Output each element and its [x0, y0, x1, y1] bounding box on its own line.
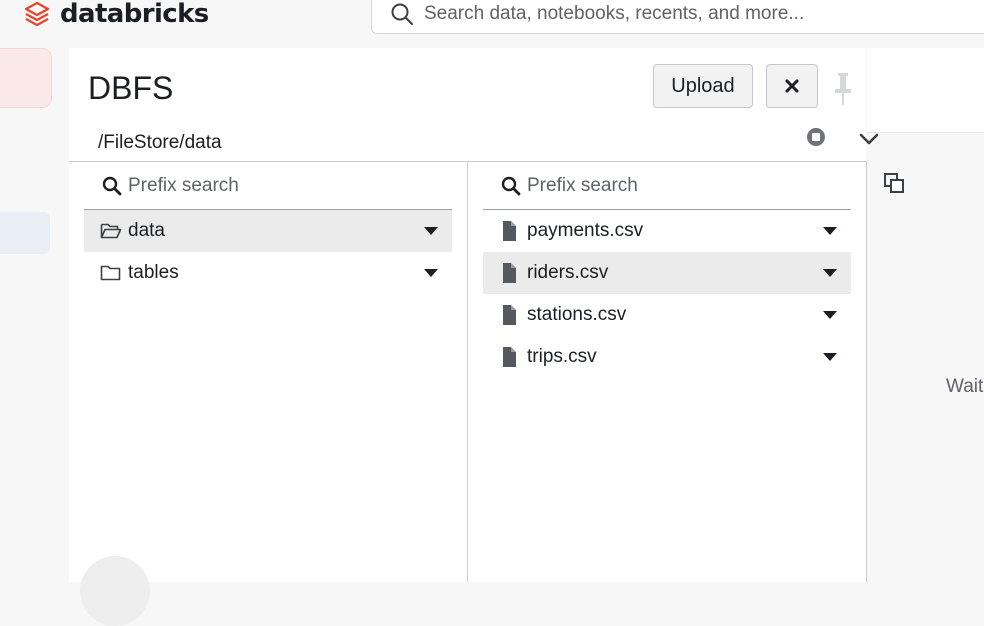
file-item-payments[interactable]: payments.csv — [483, 210, 851, 252]
search-placeholder: Search data, notebooks, recents, and mor… — [424, 3, 805, 24]
folder-item-tables[interactable]: tables — [84, 252, 452, 294]
brand-name: databricks — [60, 0, 209, 29]
caret-down-icon[interactable] — [823, 227, 837, 235]
caret-down-icon[interactable] — [424, 227, 438, 235]
sidebar-item-active[interactable] — [0, 212, 50, 254]
folder-label: data — [128, 220, 165, 241]
folder-label: tables — [128, 262, 179, 283]
divider-vertical — [467, 161, 468, 582]
caret-down-icon[interactable] — [823, 353, 837, 361]
file-label: trips.csv — [527, 346, 597, 367]
folder-icon — [100, 265, 121, 281]
search-icon — [102, 176, 122, 195]
file-icon — [503, 221, 516, 241]
file-icon — [503, 305, 516, 325]
file-prefix-search[interactable]: Prefix search — [483, 162, 851, 210]
chevron-down-icon[interactable] — [858, 131, 880, 147]
caret-down-icon[interactable] — [823, 311, 837, 319]
divider-vertical — [866, 161, 867, 582]
folder-open-icon — [100, 223, 122, 239]
search-icon — [391, 3, 413, 25]
caret-down-icon[interactable] — [823, 269, 837, 277]
file-label: payments.csv — [527, 220, 644, 241]
file-item-trips[interactable]: trips.csv — [483, 336, 851, 378]
current-path: /FileStore/data — [98, 132, 222, 153]
files-column: Prefix search payments.csv riders.csv st… — [483, 162, 851, 378]
databricks-logo[interactable]: databricks — [24, 0, 209, 29]
global-search-input[interactable]: Search data, notebooks, recents, and mor… — [371, 0, 984, 34]
caret-down-icon[interactable] — [424, 269, 438, 277]
file-label: stations.csv — [527, 304, 627, 325]
stop-icon[interactable] — [806, 127, 826, 147]
close-icon — [785, 79, 799, 93]
file-item-stations[interactable]: stations.csv — [483, 294, 851, 336]
upload-button[interactable]: Upload — [653, 64, 753, 108]
sidebar-item-new[interactable] — [0, 48, 52, 108]
file-icon — [503, 263, 516, 283]
folder-prefix-search[interactable]: Prefix search — [84, 162, 452, 210]
file-label: riders.csv — [527, 262, 609, 283]
file-icon — [503, 347, 516, 367]
close-button[interactable] — [766, 64, 818, 108]
top-bar: databricks Search data, notebooks, recen… — [0, 0, 984, 46]
databricks-logo-icon — [24, 1, 50, 27]
folders-column: Prefix search data tables — [84, 162, 452, 294]
preview-header — [867, 48, 984, 133]
file-item-riders[interactable]: riders.csv — [483, 252, 851, 294]
help-button[interactable] — [80, 556, 150, 626]
prefix-search-placeholder: Prefix search — [527, 174, 638, 196]
prefix-search-placeholder: Prefix search — [128, 174, 239, 196]
search-icon — [501, 176, 521, 195]
preview-status-text: Wait — [946, 376, 984, 397]
dialog-title: DBFS — [88, 70, 174, 106]
pin-icon[interactable] — [833, 72, 853, 106]
folder-item-data[interactable]: data — [84, 210, 452, 252]
copy-icon[interactable] — [883, 172, 905, 194]
